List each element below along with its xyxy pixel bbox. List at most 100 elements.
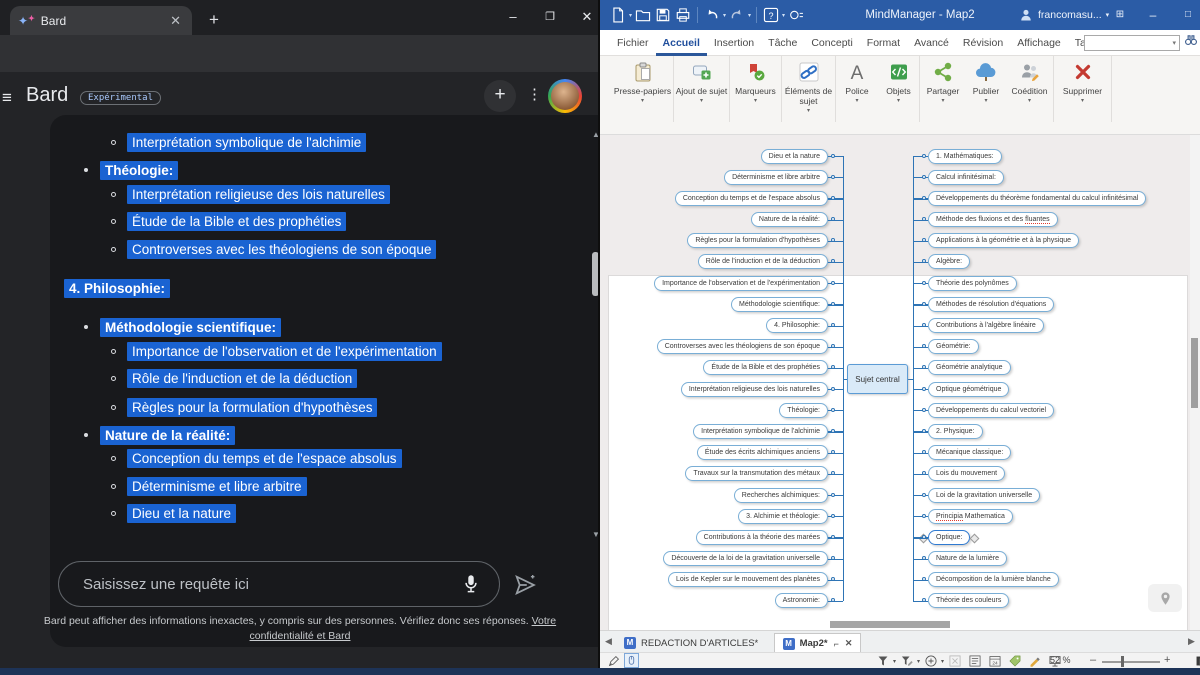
map-topic[interactable]: Géométrie analytique — [928, 360, 1011, 375]
v-scrollbar-thumb[interactable] — [1191, 338, 1198, 408]
caret-down-icon[interactable]: ▾ — [723, 12, 726, 19]
map-topic[interactable]: Règles pour la formulation d'hypothèses — [687, 233, 828, 248]
ribbon-button--l-ments-de-sujet[interactable]: Éléments de sujet▾ — [782, 56, 836, 122]
pen-tool-icon[interactable] — [607, 654, 621, 668]
map-topic[interactable]: Interprétation religieuse des lois natur… — [681, 382, 828, 397]
map-topic[interactable]: Algèbre: — [928, 254, 970, 269]
map-topic[interactable]: Méthodologie scientifique: — [731, 297, 828, 312]
upload-image-icon[interactable] — [24, 572, 50, 598]
map-topic[interactable]: Méthodes de résolution d'équations — [928, 297, 1054, 312]
map-topic[interactable]: Méthode des fluxions et des fluantes — [928, 212, 1058, 227]
ribbon-tab-tâche[interactable]: Tâche — [761, 30, 804, 56]
zoom-out-button[interactable]: – — [1090, 654, 1096, 666]
save-icon[interactable] — [654, 6, 672, 24]
map-topic[interactable]: Contributions à l'algèbre linéaire — [928, 318, 1044, 333]
send-icon[interactable] — [512, 572, 538, 598]
map-topic[interactable]: Optique géométrique — [928, 382, 1009, 397]
map-topic[interactable]: Contributions à la théorie des marées — [696, 530, 828, 545]
schedule-icon[interactable]: 24 — [988, 654, 1002, 668]
ribbon-search-input[interactable]: ▾ — [1084, 35, 1180, 51]
h-scrollbar-thumb[interactable] — [830, 621, 950, 628]
map-topic[interactable]: Dieu et la nature — [761, 149, 828, 164]
zoom-slider-track[interactable] — [1102, 661, 1160, 663]
caret-down-icon[interactable]: ▾ — [748, 12, 751, 19]
ribbon-tab-insertion[interactable]: Insertion — [707, 30, 761, 56]
map-topic[interactable]: Développements du calcul vectoriel — [928, 403, 1054, 418]
map-topic[interactable]: Travaux sur la transmutation des métaux — [685, 466, 828, 481]
tab-scroll-right-icon[interactable]: ▶ — [1188, 636, 1195, 647]
mouse-mode-button[interactable] — [624, 653, 639, 668]
zoom-in-button[interactable]: + — [1164, 654, 1170, 666]
map-topic[interactable]: Mécanique classique: — [928, 445, 1011, 460]
map-topic[interactable]: Rôle de l'induction et de la déduction — [698, 254, 828, 269]
tab-scroll-left-icon[interactable]: ◀ — [605, 636, 612, 647]
caret-down-icon[interactable]: ▾ — [629, 12, 632, 19]
ribbon-button-objets[interactable]: Objets▾ — [878, 56, 920, 122]
map-topic[interactable]: Théologie: — [779, 403, 828, 418]
undo-icon[interactable] — [703, 6, 721, 24]
document-tab[interactable]: MREDACTION D'ARTICLES* — [616, 633, 766, 653]
ribbon-tab-accueil[interactable]: Accueil — [656, 30, 707, 56]
map-topic[interactable]: Loi de la gravitation universelle — [928, 488, 1040, 503]
map-topic[interactable]: Importance de l'observation et de l'expé… — [654, 276, 828, 291]
window-minimize-button[interactable]: – — [496, 0, 530, 34]
print-icon[interactable] — [674, 6, 692, 24]
caret-down-icon[interactable]: ▾ — [941, 658, 944, 665]
new-tab-button[interactable]: + — [202, 8, 226, 32]
browser-tab[interactable]: ✦✦ Bard ✕ — [10, 6, 192, 35]
map-topic[interactable]: 1. Mathématiques: — [928, 149, 1002, 164]
ribbon-options-icon[interactable]: ⊞ — [1105, 0, 1135, 30]
map-topic[interactable]: Découverte de la loi de la gravitation u… — [663, 551, 828, 566]
map-topic[interactable]: Controverses avec les théologiens de son… — [657, 339, 828, 354]
zoom-slider-handle[interactable] — [1121, 656, 1124, 667]
map-topic[interactable]: Interprétation symbolique de l'alchimie — [693, 424, 828, 439]
ribbon-tab-fichier[interactable]: Fichier — [610, 30, 656, 56]
map-topic[interactable]: Nature de la réalité: — [751, 212, 828, 227]
ribbon-button-co-dition[interactable]: Coédition▾ — [1006, 56, 1054, 122]
open-folder-icon[interactable] — [634, 6, 652, 24]
document-tab[interactable]: MMap2*⌐✕ — [774, 633, 862, 653]
ribbon-tab-format[interactable]: Format — [860, 30, 907, 56]
tab-close-icon[interactable]: ✕ — [845, 638, 853, 649]
redo-icon[interactable] — [728, 6, 746, 24]
map-topic[interactable]: Étude de la Bible et des prophéties — [703, 360, 828, 375]
fit-map-icon[interactable] — [1178, 654, 1192, 668]
caret-down-icon[interactable]: ▾ — [917, 658, 920, 665]
ribbon-button-marqueurs[interactable]: Marqueurs▾ — [730, 56, 782, 122]
tab-close-icon[interactable]: ✕ — [167, 13, 184, 29]
caret-down-icon[interactable]: ▾ — [782, 12, 785, 19]
map-topic[interactable]: 2. Physique: — [928, 424, 983, 439]
central-topic[interactable]: Sujet central — [847, 364, 908, 394]
map-topic[interactable]: Principia Mathematica — [928, 509, 1013, 524]
map-topic[interactable]: Astronomie: — [775, 593, 828, 608]
mm-maximize-button[interactable]: □ — [1173, 0, 1200, 30]
ribbon-button-presse-papiers[interactable]: Presse-papiers▾ — [612, 56, 674, 122]
map-topic[interactable]: 3. Alchimie et théologie: — [738, 509, 828, 524]
clear-filter-icon[interactable] — [948, 654, 962, 668]
quickfilter-icon[interactable] — [924, 654, 938, 668]
pages-icon[interactable] — [1194, 654, 1200, 668]
map-topic[interactable]: Applications à la géométrie et à la phys… — [928, 233, 1079, 248]
ribbon-button-ajout-de-sujet[interactable]: Ajout de sujet▾ — [674, 56, 730, 122]
mic-icon[interactable] — [459, 572, 483, 596]
map-topic[interactable]: Étude des écrits alchimiques anciens — [697, 445, 828, 460]
filter-icon[interactable] — [876, 654, 890, 668]
account-chip[interactable]: francomasu... ▾ — [1018, 0, 1109, 30]
ribbon-tab-révision[interactable]: Révision — [956, 30, 1010, 56]
map-topic[interactable]: Lois du mouvement — [928, 466, 1005, 481]
ribbon-button-partager[interactable]: Partager▾ — [920, 56, 966, 122]
map-topic[interactable]: Géométrie: — [928, 339, 979, 354]
map-topic[interactable]: Conception du temps et de l'espace absol… — [675, 191, 828, 206]
touch-icon[interactable] — [787, 6, 805, 24]
map-topic[interactable]: Développements du théorème fondamental d… — [928, 191, 1146, 206]
filter-edit-icon[interactable] — [900, 654, 914, 668]
map-topic[interactable]: Déterminisme et libre arbitre — [724, 170, 828, 185]
map-topic[interactable]: Recherches alchimiques: — [734, 488, 828, 503]
map-topic[interactable]: Théorie des couleurs — [928, 593, 1009, 608]
map-topic[interactable]: Nature de la lumière — [928, 551, 1007, 566]
ribbon-button-publier[interactable]: Publier▾ — [966, 56, 1006, 122]
map-topic[interactable]: Calcul infinitésimal: — [928, 170, 1004, 185]
ribbon-button-supprimer[interactable]: Supprimer▾ — [1054, 56, 1112, 122]
ribbon-tab-affichage[interactable]: Affichage — [1010, 30, 1068, 56]
binoculars-icon[interactable] — [1184, 33, 1198, 47]
